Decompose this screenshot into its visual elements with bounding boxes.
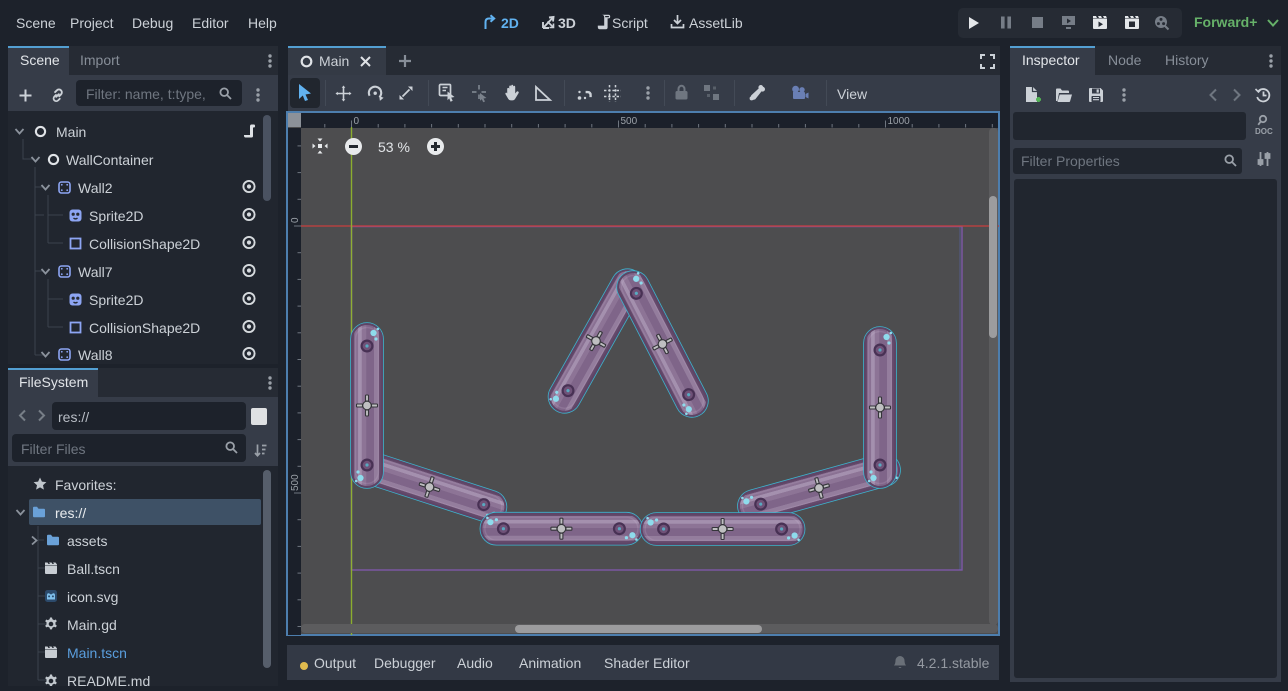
svg-text:0: 0 [354,116,360,127]
svg-text:1000: 1000 [888,116,911,127]
svg-text:500: 500 [290,474,301,491]
svg-text:DOC: DOC [1255,127,1273,136]
svg-text:0: 0 [290,217,301,223]
svg-text:500: 500 [621,116,638,127]
